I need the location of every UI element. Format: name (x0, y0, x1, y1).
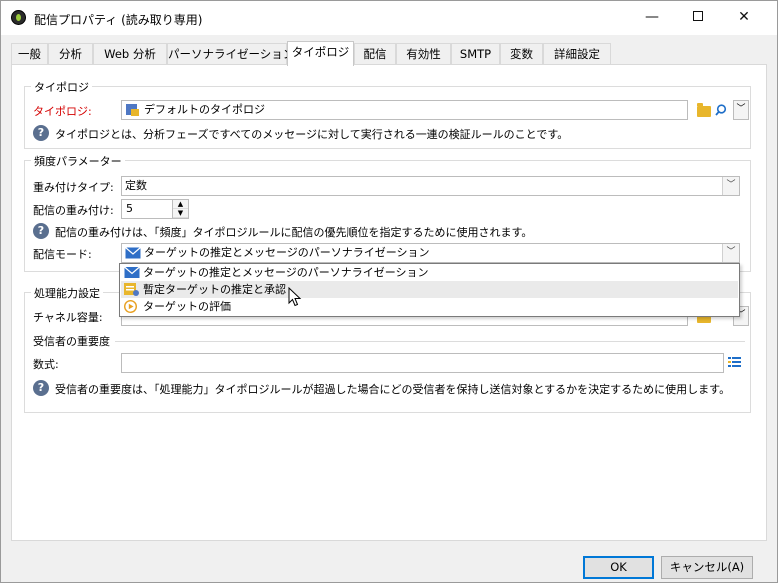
typology-help-text: タイポロジとは、分析フェーズですべてのメッセージに対して実行される一連の検証ルー… (55, 128, 569, 141)
help-icon: ? (33, 380, 49, 396)
weight-label: 配信の重み付け: (33, 204, 114, 217)
dropdown-option-label: ターゲットの推定とメッセージのパーソナライゼーション (143, 266, 429, 279)
play-circle-icon (124, 300, 137, 313)
help-icon: ? (33, 125, 49, 141)
weight-type-value: 定数 (125, 179, 147, 192)
typology-label: タイポロジ: (33, 105, 92, 118)
dropdown-option-approval[interactable]: 暫定ターゲットの推定と承認 (121, 281, 738, 298)
dropdown-option-label: ターゲットの評価 (143, 300, 231, 313)
mouse-cursor-icon (288, 287, 302, 307)
delivery-mode-select[interactable]: ターゲットの推定とメッセージのパーソナライゼーション ﹀ (121, 243, 740, 263)
typology-icon (126, 104, 139, 116)
approval-icon (124, 283, 139, 296)
dropdown-option-label: 暫定ターゲットの推定と承認 (143, 283, 286, 296)
dropdown-option-personalization[interactable]: ターゲットの推定とメッセージのパーソナライゼーション (121, 264, 738, 281)
cancel-button[interactable]: キャンセル(A) (661, 556, 753, 579)
envelope-icon (124, 266, 140, 278)
close-button[interactable]: ✕ (721, 1, 767, 33)
properties-window: 配信プロパティ (読み取り専用) — ✕ 一般 分析 Web 分析 パーソナライ… (0, 0, 778, 583)
formula-field[interactable] (121, 353, 724, 373)
folder-icon[interactable] (697, 103, 711, 117)
delivery-mode-label: 配信モード: (33, 248, 92, 261)
maximize-icon (693, 11, 703, 21)
tab-validity[interactable]: 有効性 (396, 43, 451, 65)
ok-button[interactable]: OK (583, 556, 654, 579)
window-title: 配信プロパティ (読み取り専用) (34, 13, 203, 27)
frequency-group-legend: 頻度パラメーター (31, 153, 125, 169)
tab-variables[interactable]: 変数 (500, 43, 543, 65)
spin-down-icon[interactable]: ▼ (173, 209, 188, 218)
spin-up-icon[interactable]: ▲ (173, 200, 188, 209)
delivery-mode-dropdown[interactable]: ターゲットの推定とメッセージのパーソナライゼーション 暫定ターゲットの推定と承認… (119, 263, 740, 317)
tab-general[interactable]: 一般 (11, 43, 48, 65)
app-logo-icon (11, 10, 26, 25)
frequency-group: 頻度パラメーター 重み付けタイプ: 定数 ﹀ 配信の重み付け: 5 ▲ ▼ ? … (24, 153, 751, 272)
typology-group-legend: タイポロジ (31, 79, 92, 95)
frequency-help-text: 配信の重み付けは、「頻度」タイポロジルールに配信の優先順位を指定するために使用さ… (55, 226, 533, 239)
tab-personalization[interactable]: パーソナライゼーション (167, 43, 294, 65)
tab-typology[interactable]: タイポロジ (287, 41, 354, 66)
dropdown-option-evaluation[interactable]: ターゲットの評価 (121, 298, 738, 315)
minimize-button[interactable]: — (629, 1, 675, 33)
capacity-group-legend: 処理能力設定 (31, 285, 103, 301)
spin-buttons[interactable]: ▲ ▼ (172, 200, 188, 218)
typology-group: タイポロジ タイポロジ: デフォルトのタイポロジ ﹀ ? タイポロジとは、分析フ… (24, 79, 751, 149)
help-icon: ? (33, 223, 49, 239)
tab-web-analytics[interactable]: Web 分析 (93, 43, 167, 65)
formula-label: 数式: (33, 358, 59, 371)
section-divider (115, 341, 745, 342)
tab-smtp[interactable]: SMTP (451, 43, 500, 65)
search-icon[interactable] (715, 104, 727, 116)
chevron-down-icon: ﹀ (722, 177, 739, 195)
maximize-button[interactable] (675, 1, 721, 33)
weight-value: 5 (126, 202, 133, 215)
envelope-icon (125, 247, 141, 259)
typology-menu-button[interactable]: ﹀ (733, 100, 749, 120)
weight-type-label: 重み付けタイプ: (33, 181, 114, 194)
weight-type-select[interactable]: 定数 ﹀ (121, 176, 740, 196)
capacity-help-text: 受信者の重要度は、「処理能力」タイポロジルールが超過した場合にどの受信者を保持し… (55, 383, 731, 396)
tab-analysis[interactable]: 分析 (48, 43, 93, 65)
delivery-mode-value: ターゲットの推定とメッセージのパーソナライゼーション (144, 246, 430, 259)
tab-advanced[interactable]: 詳細設定 (543, 43, 611, 65)
typology-value: デフォルトのタイポロジ (144, 103, 265, 116)
recipient-importance-heading: 受信者の重要度 (33, 335, 110, 348)
title-bar: 配信プロパティ (読み取り専用) — ✕ (1, 1, 777, 35)
chevron-down-icon: ﹀ (722, 244, 739, 262)
tab-delivery[interactable]: 配信 (354, 43, 396, 65)
typology-field[interactable]: デフォルトのタイポロジ (121, 100, 688, 120)
weight-stepper[interactable]: 5 ▲ ▼ (121, 199, 189, 219)
channel-capacity-label: チャネル容量: (33, 311, 103, 324)
expression-editor-icon[interactable] (728, 356, 741, 368)
